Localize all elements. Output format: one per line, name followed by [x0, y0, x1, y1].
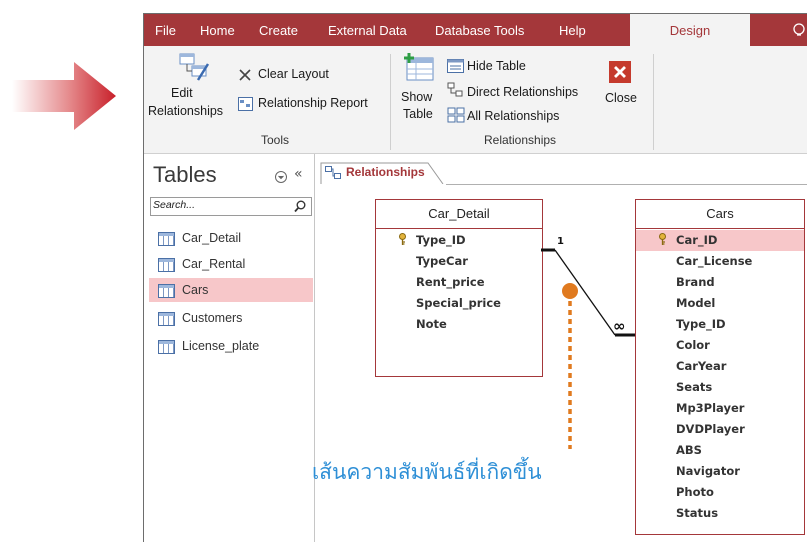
nav-item-customers[interactable]: Customers [149, 306, 313, 330]
direct-relationships-label: Direct Relationships [467, 85, 579, 99]
nav-search-input[interactable]: Search... [150, 197, 312, 216]
nav-item-label: Car_Detail [182, 231, 242, 245]
edit-label-1: Edit [171, 86, 193, 100]
table-icon [158, 340, 175, 354]
close-label: Close [605, 91, 637, 105]
table-icon [158, 258, 175, 272]
search-icon[interactable] [294, 200, 307, 213]
nav-item-car-rental[interactable]: Car_Rental [149, 252, 313, 276]
lightbulb-icon[interactable] [792, 23, 806, 39]
ribbon-design: Edit Relationships Clear Layout Relation… [144, 46, 807, 154]
show-table-button[interactable]: Show Table [395, 50, 443, 132]
nav-item-cars[interactable]: Cars [149, 278, 313, 302]
direct-relationships-button[interactable]: Direct Relationships [445, 80, 593, 102]
relationship-report-label: Relationship Report [258, 96, 368, 110]
all-relationships-button[interactable]: All Relationships [445, 104, 593, 126]
nav-item-label: Cars [182, 283, 209, 297]
show-table-icon [404, 53, 434, 81]
tools-group-label: Tools [261, 133, 290, 147]
many-side-label: ∞ [613, 317, 626, 335]
all-relationships-icon [447, 107, 465, 123]
nav-item-license-plate[interactable]: License_plate [149, 334, 313, 358]
clear-layout-label: Clear Layout [258, 67, 329, 81]
edit-relationships-button[interactable]: Edit Relationships [148, 50, 236, 132]
direct-relationships-icon [447, 82, 463, 97]
callout-arrow [12, 62, 116, 130]
nav-pane-title: Tables [153, 162, 217, 187]
collapse-pane-icon[interactable]: « [294, 166, 303, 182]
hide-table-label: Hide Table [467, 59, 526, 73]
edit-label-2: Relationships [148, 104, 224, 118]
clear-layout-button[interactable]: Clear Layout [236, 65, 386, 87]
tab-external-data[interactable]: External Data [328, 14, 407, 46]
table-icon [158, 312, 175, 326]
table-icon [158, 284, 175, 298]
table-icon [158, 232, 175, 246]
hide-table-icon [447, 59, 464, 73]
ribbon-tab-bar: File Home Create External Data Database … [144, 14, 807, 47]
close-x-icon [239, 69, 251, 81]
all-relationships-label: All Relationships [467, 109, 560, 123]
search-placeholder: Search... [153, 199, 196, 211]
annotation-marker-dot [562, 283, 578, 299]
tab-design[interactable]: Design [630, 14, 750, 47]
show-label-1: Show [401, 90, 433, 104]
report-icon [238, 97, 253, 111]
edit-relationships-icon [179, 53, 210, 81]
chevron-down-circle-icon[interactable] [274, 170, 288, 184]
nav-item-label: License_plate [182, 339, 260, 353]
nav-item-label: Customers [182, 311, 243, 325]
group-separator [390, 54, 391, 150]
tab-home[interactable]: Home [200, 14, 235, 46]
show-label-2: Table [403, 107, 433, 121]
close-button[interactable]: Close [599, 58, 647, 128]
nav-item-label: Car_Rental [182, 257, 246, 271]
tab-create[interactable]: Create [259, 14, 298, 46]
relationship-report-button[interactable]: Relationship Report [236, 94, 391, 116]
nav-item-car-detail[interactable]: Car_Detail [149, 226, 313, 250]
close-icon [609, 61, 631, 83]
one-side-label: 1 [557, 236, 564, 247]
tab-file[interactable]: File [155, 14, 176, 46]
tab-database-tools[interactable]: Database Tools [435, 14, 524, 46]
annotation-caption: เส้นความสัมพันธ์ที่เกิดขึ้น [312, 460, 542, 484]
group-separator [653, 54, 654, 150]
navigation-pane: Tables « Search... Car_Detail Car_Rental… [144, 154, 315, 542]
hide-table-button[interactable]: Hide Table [445, 57, 585, 79]
relationships-group-label: Relationships [484, 133, 557, 147]
tab-help[interactable]: Help [559, 14, 586, 46]
